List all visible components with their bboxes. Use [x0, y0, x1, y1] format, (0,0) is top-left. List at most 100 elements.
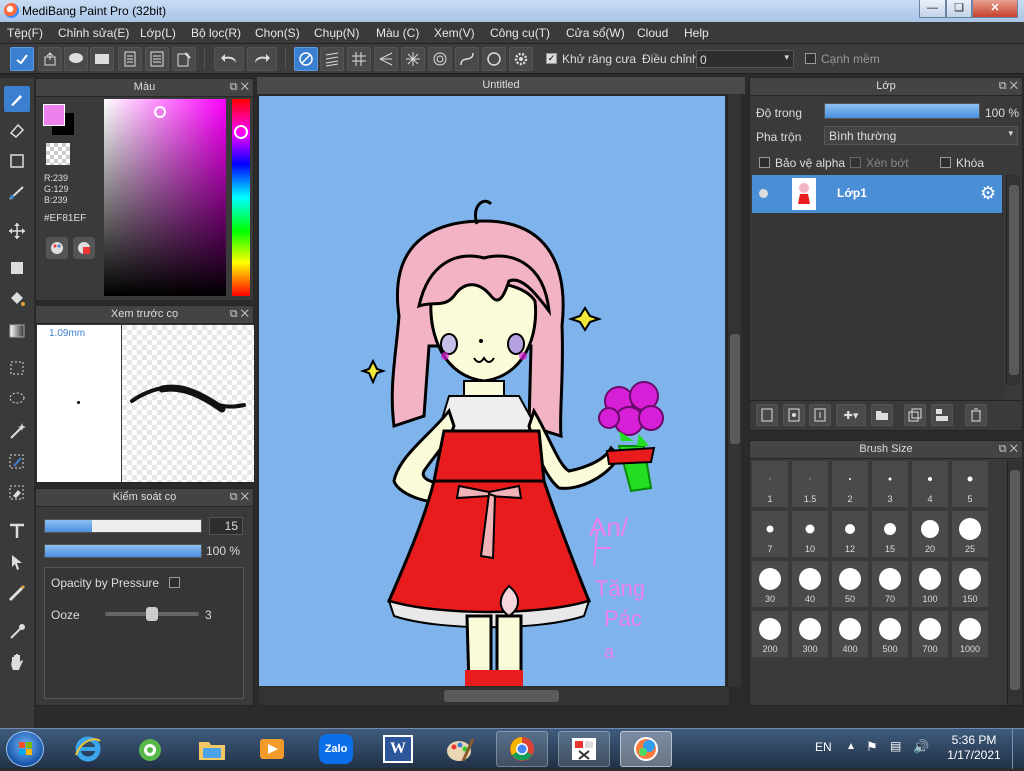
brush-size-option[interactable]: 1 — [751, 460, 789, 508]
undo-button[interactable] — [214, 47, 244, 71]
gradient-tool[interactable] — [4, 318, 30, 344]
eye-icon[interactable] — [759, 189, 768, 198]
clipping-checkbox[interactable] — [850, 157, 861, 168]
menu-window[interactable]: Cửa sổ(W) — [566, 26, 625, 40]
panel-popout-close-icon[interactable]: ⧉ ✕ — [230, 306, 249, 323]
brush-size-option[interactable]: 3 — [871, 460, 909, 508]
antialias-checkbox[interactable]: ✓ — [546, 53, 557, 64]
eraser-tool[interactable] — [4, 117, 30, 143]
fill-rect-tool[interactable] — [4, 255, 30, 281]
brush-tool[interactable] — [4, 86, 30, 112]
start-button[interactable] — [6, 731, 44, 767]
divide-tool[interactable] — [4, 580, 30, 606]
grid-snap-button[interactable] — [347, 47, 371, 71]
minimize-button[interactable]: — — [919, 0, 946, 18]
pages-list-button[interactable] — [145, 47, 169, 71]
magic-wand-tool[interactable] — [4, 418, 30, 444]
lasso-tool[interactable] — [4, 386, 30, 412]
layer-opacity-slider[interactable] — [824, 103, 980, 119]
brush-size-option[interactable]: 12 — [831, 510, 869, 558]
layer-row[interactable]: Lớp1 ⚙ — [752, 175, 1002, 213]
brush-size-option[interactable]: 100 — [911, 560, 949, 608]
menu-tools[interactable]: Công cụ(T) — [490, 26, 550, 40]
menu-filter[interactable]: Bộ lọc(R) — [191, 26, 241, 40]
lock-checkbox[interactable] — [940, 157, 951, 168]
show-desktop-button[interactable] — [1012, 729, 1024, 769]
language-indicator[interactable]: EN — [815, 740, 832, 754]
brush-size-option[interactable]: 25 — [951, 510, 989, 558]
brush-size-option[interactable]: 15 — [871, 510, 909, 558]
text-tool[interactable] — [4, 518, 30, 544]
cloud-upload-button[interactable] — [10, 47, 34, 71]
menu-capture[interactable]: Chụp(N) — [314, 26, 359, 40]
soft-edge-checkbox[interactable] — [805, 53, 816, 64]
taskbar-paint[interactable] — [434, 731, 486, 767]
circle-snap-button[interactable] — [482, 47, 506, 71]
add-layer-menu-button[interactable]: ✚▾ — [836, 404, 866, 426]
brush-size-option[interactable]: 2 — [831, 460, 869, 508]
share-button[interactable] — [38, 47, 62, 71]
canvas-horizontal-scrollbar[interactable] — [259, 687, 729, 705]
saturation-value-picker[interactable] — [104, 99, 226, 296]
taskbar-medibang[interactable] — [620, 731, 672, 767]
transparent-color-swatch[interactable] — [46, 143, 70, 165]
panel-popout-close-icon[interactable]: ⧉ ✕ — [230, 79, 249, 96]
menu-view[interactable]: Xem(V) — [434, 26, 475, 40]
canvas-vscroll-thumb[interactable] — [730, 334, 740, 444]
new-1bit-layer-button[interactable] — [809, 404, 831, 426]
brush-size-option[interactable]: 40 — [791, 560, 829, 608]
duplicate-layer-button[interactable] — [904, 404, 926, 426]
brush-size-option[interactable]: 4 — [911, 460, 949, 508]
restore-button[interactable]: ❏ — [946, 0, 972, 18]
brush-size-option[interactable]: 400 — [831, 610, 869, 658]
radial-snap-button[interactable] — [401, 47, 425, 71]
menu-layer[interactable]: Lớp(L) — [140, 26, 176, 40]
brush-size-option[interactable]: 1000 — [951, 610, 989, 658]
brush-size-option[interactable]: 200 — [751, 610, 789, 658]
ooze-slider-handle[interactable] — [146, 607, 158, 621]
menu-color[interactable]: Màu (C) — [376, 26, 419, 40]
eyedropper-tool[interactable] — [4, 618, 30, 644]
color-picker-cursor[interactable] — [154, 106, 166, 118]
edit-pages-button[interactable] — [172, 47, 196, 71]
brush-size-option[interactable]: 30 — [751, 560, 789, 608]
brush-size-option[interactable]: 20 — [911, 510, 949, 558]
action-center-flag-icon[interactable]: ⚑ — [866, 739, 878, 755]
snap-off-button[interactable] — [294, 47, 318, 71]
dot-line-tool[interactable] — [4, 180, 30, 206]
brush-size-scrollbar[interactable] — [1007, 460, 1021, 705]
panel-popout-close-icon[interactable]: ⧉ ✕ — [999, 441, 1018, 458]
menu-edit[interactable]: Chỉnh sửa(E) — [58, 26, 129, 40]
snap-settings-button[interactable] — [509, 47, 533, 71]
delete-layer-button[interactable] — [965, 404, 987, 426]
operation-tool[interactable] — [4, 549, 30, 575]
move-tool[interactable] — [4, 218, 30, 244]
ooze-slider[interactable] — [105, 607, 199, 621]
note-button[interactable] — [90, 47, 114, 71]
blend-mode-dropdown[interactable]: Bình thường ▾ — [824, 126, 1018, 145]
protect-alpha-checkbox[interactable] — [759, 157, 770, 168]
panel-popout-close-icon[interactable]: ⧉ ✕ — [230, 489, 249, 506]
taskbar-internet-explorer[interactable] — [62, 731, 114, 767]
layer-scroll-thumb[interactable] — [1009, 185, 1019, 375]
brush-opacity-slider[interactable] — [44, 544, 202, 558]
brush-size-option[interactable]: 50 — [831, 560, 869, 608]
brush-size-input[interactable]: 15 — [209, 517, 243, 535]
brush-size-option[interactable]: 1.5 — [791, 460, 829, 508]
brush-size-option[interactable]: 700 — [911, 610, 949, 658]
primary-color-swatch[interactable] — [43, 104, 65, 126]
brush-size-option[interactable]: 5 — [951, 460, 989, 508]
select-pen-tool[interactable] — [4, 449, 30, 475]
hand-tool[interactable] — [4, 649, 30, 675]
show-hidden-icons-icon[interactable]: ▲ — [846, 741, 856, 752]
taskbar-coccoc[interactable] — [124, 731, 176, 767]
gear-icon[interactable]: ⚙ — [980, 183, 996, 204]
close-button[interactable]: ✕ — [972, 0, 1018, 18]
new-folder-button[interactable] — [871, 404, 893, 426]
parallel-snap-button[interactable] — [320, 47, 344, 71]
menu-help[interactable]: Help — [684, 26, 709, 40]
taskbar-snipping-tool[interactable] — [558, 731, 610, 767]
adjust-dropdown[interactable]: 0 ▾ — [696, 50, 794, 68]
volume-icon[interactable]: 🔊 — [913, 739, 929, 755]
menu-select[interactable]: Chọn(S) — [255, 26, 300, 40]
